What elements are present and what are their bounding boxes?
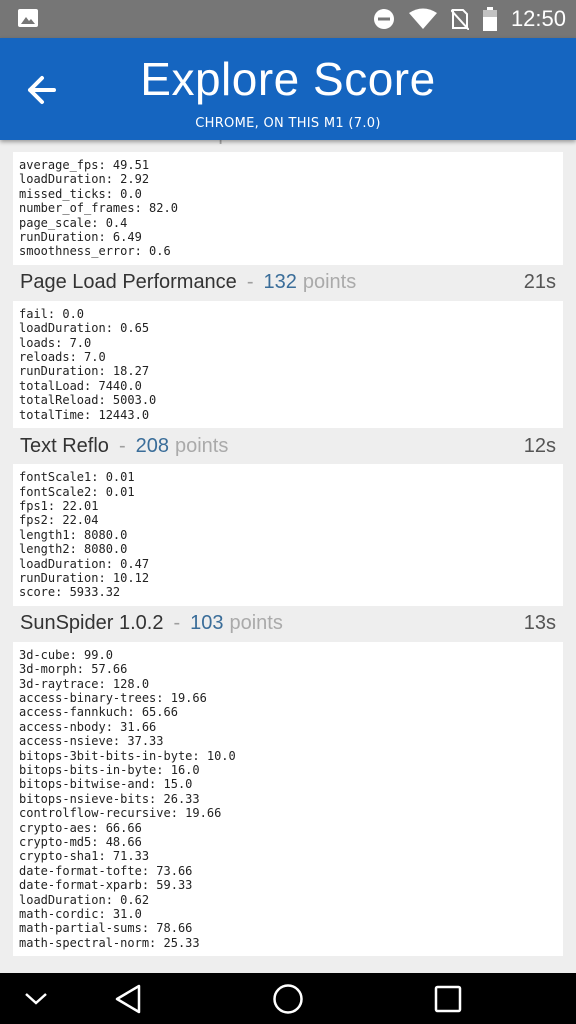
benchmark-name: Text Reflo bbox=[20, 434, 109, 457]
metric-row: number_of_frames: 82.0 bbox=[19, 201, 178, 216]
metric-row: bitops-nsieve-bits: 26.33 bbox=[19, 791, 200, 806]
separator: - bbox=[118, 434, 126, 457]
metric-row: fps2: 22.04 bbox=[19, 513, 99, 528]
no-sim-icon bbox=[450, 9, 469, 30]
metric-row: access-nsieve: 37.33 bbox=[19, 734, 164, 749]
metrics-card: 3d-cube: 99.0 3d-morph: 57.66 3d-raytrace:… bbox=[13, 641, 563, 957]
metric-row: date-format-xparb: 59.33 bbox=[19, 878, 193, 893]
benchmark-time: 21s bbox=[523, 271, 556, 294]
metric-row: fail: 0.0 bbox=[19, 306, 85, 321]
benchmark-points: 103 bbox=[190, 612, 224, 635]
recents-square-icon bbox=[434, 985, 462, 1012]
metric-row: date-format-tofte: 73.66 bbox=[19, 863, 193, 878]
benchmark-time: 7s bbox=[535, 140, 556, 146]
metric-row: fps1: 22.01 bbox=[19, 498, 99, 513]
benchmark-time: 13s bbox=[523, 612, 556, 635]
clock: 12:50 bbox=[510, 6, 566, 31]
benchmark-header[interactable]: SunSpider 1.0.2-103 points 13s bbox=[0, 605, 576, 642]
status-bar: 12:50 bbox=[0, 0, 576, 38]
points-unit-label: points bbox=[174, 434, 229, 457]
recents-button[interactable] bbox=[426, 973, 470, 1024]
page-subtitle: CHROME, ON THIS M1 (7.0) bbox=[195, 116, 381, 131]
metric-row: loadDuration: 0.62 bbox=[19, 892, 150, 907]
metric-row: access-fannkuch: 65.66 bbox=[19, 705, 178, 720]
points-unit-label: points bbox=[218, 140, 271, 146]
app-bar: Explore Score CHROME, ON THIS M1 (7.0) bbox=[0, 38, 576, 140]
metric-row: loadDuration: 0.47 bbox=[19, 556, 150, 571]
metric-row: bitops-bitwise-and: 15.0 bbox=[19, 777, 193, 792]
benchmark-header[interactable]: Ocean Scroller - 127 points 7s bbox=[0, 140, 576, 152]
metric-row: bitops-bits-in-byte: 16.0 bbox=[19, 763, 200, 777]
wifi-icon bbox=[408, 8, 437, 29]
metric-row: 3d-morph: 57.66 bbox=[19, 662, 128, 677]
separator: - bbox=[246, 271, 254, 294]
metric-row: runDuration: 10.12 bbox=[19, 570, 150, 585]
metric-row: page_scale: 0.4 bbox=[19, 215, 128, 230]
benchmark-name: Ocean Scroller bbox=[20, 140, 152, 146]
metric-row: reloads: 7.0 bbox=[19, 350, 106, 365]
benchmark-section: SunSpider 1.0.2-103 points 13s 3d-cube: 99.… bbox=[0, 605, 576, 957]
metric-row: 3d-cube: 99.0 bbox=[19, 647, 113, 662]
metric-row: totalTime: 12443.0 bbox=[19, 407, 150, 422]
metric-row: crypto-sha1: 71.33 bbox=[19, 849, 150, 864]
metric-row: length1: 8080.0 bbox=[19, 527, 128, 542]
collapse-button[interactable] bbox=[18, 973, 54, 1024]
battery-icon bbox=[482, 7, 497, 31]
benchmark-header[interactable]: Page Load Performance -132 points 21s bbox=[0, 264, 576, 301]
back-button[interactable] bbox=[106, 973, 150, 1024]
navigation-bar bbox=[0, 973, 576, 1024]
metric-row: access-nbody: 31.66 bbox=[19, 719, 157, 734]
metric-row: loadDuration: 0.65 bbox=[19, 321, 150, 336]
metric-row: loadDuration: 2.92 bbox=[19, 172, 150, 187]
results-list[interactable]: Ocean Scroller - 127 points 7s average_fps: 4… bbox=[0, 140, 576, 973]
home-button[interactable] bbox=[266, 973, 310, 1024]
home-circle-icon bbox=[273, 983, 303, 1014]
benchmark-section: Ocean Scroller - 127 points 7s average_fps: 4… bbox=[0, 140, 576, 265]
benchmark-section: Text Reflo -208 points 12s fontScale1: 0.01 f… bbox=[0, 428, 576, 606]
metric-row: missed_ticks: 0.0 bbox=[19, 186, 142, 201]
metric-row: math-partial-sums: 78.66 bbox=[19, 921, 193, 936]
metric-row: crypto-md5: 48.66 bbox=[19, 835, 142, 850]
page-title: Explore Score bbox=[140, 53, 436, 105]
metric-row: totalReload: 5003.0 bbox=[19, 393, 157, 408]
metric-row: loads: 7.0 bbox=[19, 335, 92, 350]
metrics-card: fail: 0.0 loadDuration: 0.65 loads: 7.0 rel… bbox=[13, 300, 563, 429]
benchmark-name: Page Load Performance bbox=[20, 271, 237, 294]
benchmark-time: 12s bbox=[523, 434, 556, 457]
metrics-card: fontScale1: 0.01 fontScale2: 0.01 fps1: 22… bbox=[13, 464, 563, 606]
image-icon bbox=[18, 9, 38, 27]
points-unit-label: points bbox=[302, 271, 357, 294]
metric-row: score: 5933.32 bbox=[19, 585, 121, 600]
metric-row: bitops-3bit-bits-in-byte: 10.0 bbox=[19, 748, 236, 763]
metric-row: runDuration: 6.49 bbox=[19, 230, 142, 245]
benchmark-points: 127 bbox=[179, 140, 212, 146]
separator: - bbox=[173, 612, 181, 635]
metric-row: crypto-aes: 66.66 bbox=[19, 820, 142, 835]
dnd-icon bbox=[373, 9, 394, 29]
metric-row: length2: 8080.0 bbox=[19, 542, 128, 557]
metric-row: 3d-raytrace: 128.0 bbox=[19, 676, 150, 691]
metric-row: controlflow-recursive: 19.66 bbox=[19, 806, 222, 821]
metric-row: totalLoad: 7440.0 bbox=[19, 378, 142, 393]
back-triangle-icon bbox=[115, 984, 141, 1013]
metric-row: runDuration: 18.27 bbox=[19, 364, 150, 379]
metric-row: fontScale1: 0.01 bbox=[19, 470, 135, 485]
separator: - bbox=[162, 140, 169, 146]
metric-row: access-binary-trees: 19.66 bbox=[19, 690, 207, 705]
collapse-icon bbox=[25, 992, 47, 1005]
benchmark-points: 132 bbox=[263, 271, 297, 294]
metric-row: math-spectral-norm: 25.33 bbox=[19, 935, 200, 950]
benchmark-header[interactable]: Text Reflo -208 points 12s bbox=[0, 428, 576, 465]
benchmark-points: 208 bbox=[135, 434, 169, 457]
benchmark-section: Page Load Performance -132 points 21s fail: … bbox=[0, 264, 576, 429]
metric-row: average_fps: 49.51 bbox=[19, 158, 150, 172]
metric-row: fontScale2: 0.01 bbox=[19, 484, 135, 499]
points-unit-label: points bbox=[229, 612, 283, 635]
metrics-card: average_fps: 49.51 loadDuration: 2.92 miss… bbox=[13, 152, 563, 265]
metric-row: math-cordic: 31.0 bbox=[19, 907, 142, 922]
results-scroll-area: Ocean Scroller - 127 points 7s average_fps: 4… bbox=[0, 140, 576, 957]
metric-row: smoothness_error: 0.6 bbox=[19, 244, 171, 259]
benchmark-name: SunSpider 1.0.2 bbox=[20, 612, 164, 635]
